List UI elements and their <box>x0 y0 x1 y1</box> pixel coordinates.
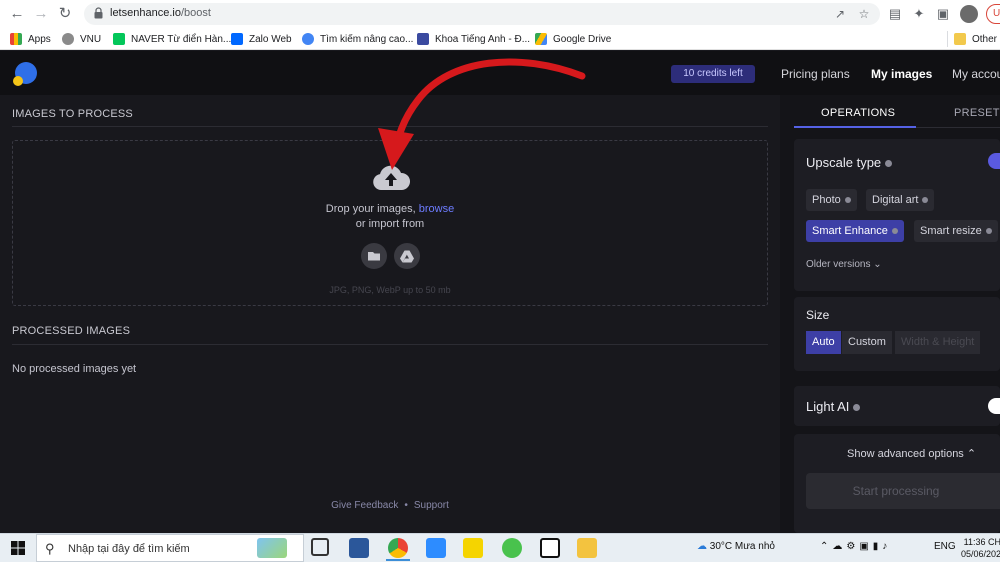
footer-bullet: • <box>404 500 408 511</box>
bookmark-other[interactable]: Other b <box>947 31 1000 47</box>
footer-links: Give Feedback • Support <box>300 500 480 511</box>
profile-avatar[interactable] <box>960 5 978 23</box>
bookmark-google-drive[interactable]: Google Drive <box>535 31 611 47</box>
search-icon: ⚲ <box>45 541 55 556</box>
images-to-process-title: IMAGES TO PROCESS <box>12 108 133 120</box>
cloud-upload-icon[interactable] <box>372 164 410 192</box>
bookmark-google-search[interactable]: Tìm kiếm nâng cao... <box>302 31 413 47</box>
letsenhance-logo[interactable] <box>12 61 38 87</box>
show-advanced-options[interactable]: Show advanced options ⌃ <box>847 447 976 460</box>
info-icon[interactable] <box>885 160 893 168</box>
zoom-icon[interactable] <box>426 538 446 558</box>
document-extension-icon[interactable]: ▤ <box>886 5 904 23</box>
bookmark-naver[interactable]: NAVER Từ điển Hàn... <box>113 31 231 47</box>
upscale-toggle[interactable] <box>988 153 1000 169</box>
bookmark-star-icon[interactable]: ☆ <box>856 6 872 22</box>
apps-grid-icon <box>10 33 22 45</box>
older-versions-toggle[interactable]: Older versions ⌄ <box>806 259 882 270</box>
chevron-up-icon: ⌃ <box>966 448 977 460</box>
side-panel-icon[interactable]: ▣ <box>934 5 952 23</box>
url-text: letsenhance.io/boost <box>110 7 211 19</box>
upscale-option-smart-resize[interactable]: Smart resize <box>914 220 998 242</box>
reload-icon[interactable]: ↻ <box>56 5 74 23</box>
browse-link[interactable]: browse <box>419 203 454 215</box>
bookmark-apps[interactable]: Apps <box>10 31 51 47</box>
active-app-indicator <box>386 559 410 561</box>
back-icon[interactable]: ← <box>8 5 26 23</box>
app-icon-green[interactable] <box>502 538 522 558</box>
import-google-drive-button[interactable] <box>394 243 420 269</box>
upscale-option-digital-art[interactable]: Digital art <box>866 189 935 211</box>
nav-my-account[interactable]: My accou <box>952 67 1000 81</box>
info-icon[interactable] <box>853 404 861 412</box>
forward-icon[interactable]: → <box>32 5 50 23</box>
google-drive-icon <box>535 33 547 45</box>
file-explorer-icon[interactable] <box>577 538 597 558</box>
profile-chip[interactable]: U <box>986 4 1000 24</box>
extensions-puzzle-icon[interactable]: ✦ <box>910 5 928 23</box>
app-header <box>0 51 1000 95</box>
weather-status[interactable]: ☁ 30°C Mưa nhỏ <box>697 541 775 552</box>
browser-toolbar: ← → ↻ letsenhance.io/boost ↗ ☆ ▤ ✦ ▣ U <box>0 0 1000 28</box>
folder-icon <box>954 33 966 45</box>
upscale-type-title: Upscale type <box>806 155 893 170</box>
light-ai-toggle[interactable] <box>988 398 1000 414</box>
support-link[interactable]: Support <box>414 500 449 511</box>
info-icon <box>844 197 851 204</box>
windows-start-icon[interactable] <box>11 541 25 555</box>
light-ai-title: Light AI <box>806 399 861 414</box>
processed-images-title: PROCESSED IMAGES <box>12 325 131 337</box>
size-option-auto[interactable]: Auto <box>806 331 841 354</box>
import-folder-button[interactable] <box>361 243 387 269</box>
no-processed-images-text: No processed images yet <box>12 363 137 375</box>
supported-formats: JPG, PNG, WebP up to 50 mb <box>329 285 451 295</box>
google-icon <box>302 33 314 45</box>
weather-widget-icon[interactable] <box>257 538 287 558</box>
task-view-icon[interactable] <box>311 538 329 556</box>
input-language[interactable]: ENG <box>934 541 956 552</box>
chevron-down-icon: ⌄ <box>873 259 882 270</box>
active-tab-indicator <box>794 126 916 128</box>
google-drive-icon <box>400 250 414 263</box>
naver-icon <box>113 33 125 45</box>
notion-icon[interactable] <box>540 538 560 558</box>
size-option-width-height: Width & Height <box>895 331 981 354</box>
tab-presets[interactable]: PRESETS <box>954 107 1000 119</box>
section-divider <box>12 344 768 345</box>
vnu-icon <box>62 33 74 45</box>
info-icon <box>891 228 898 235</box>
lock-icon <box>94 7 103 19</box>
zalo-icon <box>231 33 243 45</box>
folder-icon <box>368 252 380 261</box>
section-divider <box>12 126 768 127</box>
credits-badge[interactable]: 10 credits left <box>671 65 755 83</box>
taskbar-clock[interactable]: 11:36 CH 05/06/202 <box>961 536 1000 560</box>
size-title: Size <box>806 308 830 322</box>
nav-my-images[interactable]: My images <box>871 67 932 81</box>
nav-pricing-plans[interactable]: Pricing plans <box>781 67 850 81</box>
size-option-custom[interactable]: Custom <box>842 331 892 354</box>
start-processing-button[interactable]: Start processing <box>806 473 1000 509</box>
system-tray-icons[interactable]: ⌃☁⚙▣▮♪ <box>820 541 891 552</box>
info-icon <box>985 228 992 235</box>
bookmark-zalo[interactable]: Zalo Web <box>231 31 292 47</box>
word-icon[interactable] <box>349 538 369 558</box>
sticky-notes-icon[interactable] <box>463 538 483 558</box>
address-bar[interactable]: letsenhance.io/boost ↗ ☆ <box>84 3 880 25</box>
chrome-icon[interactable] <box>388 538 408 558</box>
bookmarks-bar: Apps VNU NAVER Từ điển Hàn... Zalo Web T… <box>0 28 1000 50</box>
upscale-option-smart-enhance[interactable]: Smart Enhance <box>806 220 904 242</box>
upscale-option-photo[interactable]: Photo <box>806 189 857 211</box>
info-icon <box>922 197 929 204</box>
tab-operations[interactable]: OPERATIONS <box>821 107 895 119</box>
bookmark-khoa-tieng-anh[interactable]: Khoa Tiếng Anh - Đ... <box>417 31 530 47</box>
cloud-rain-icon: ☁ <box>697 541 707 552</box>
khoa-icon <box>417 33 429 45</box>
drop-instructions: Drop your images, browse or import from <box>325 203 455 230</box>
bookmark-vnu[interactable]: VNU <box>62 31 101 47</box>
give-feedback-link[interactable]: Give Feedback <box>331 500 398 511</box>
share-icon[interactable]: ↗ <box>832 6 848 22</box>
